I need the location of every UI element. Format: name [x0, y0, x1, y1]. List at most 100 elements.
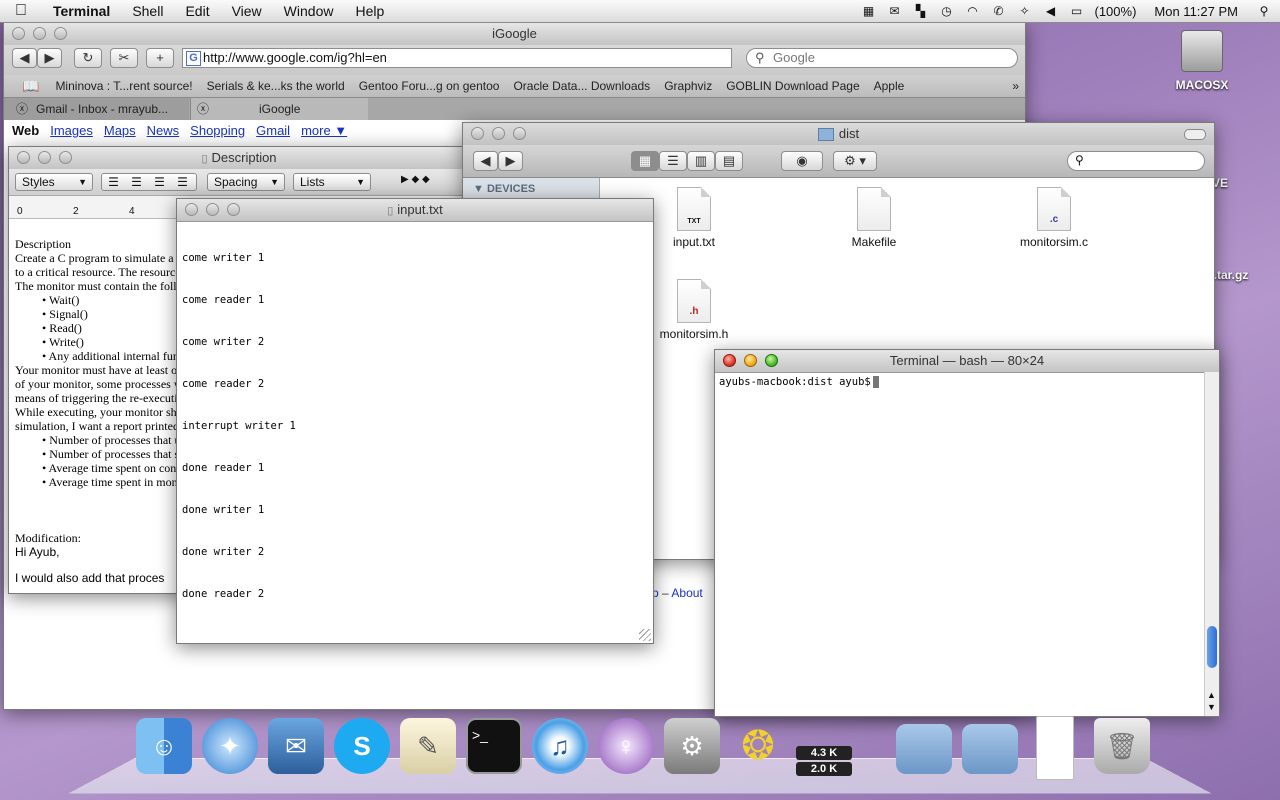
terminal-content[interactable]: ayubs-macbook:dist ayub$: [719, 376, 879, 388]
nav-web[interactable]: Web: [12, 123, 39, 138]
cyberduck-icon[interactable]: ❂: [730, 718, 786, 774]
zoom-button[interactable]: [59, 151, 72, 164]
alignment-control[interactable]: ☰ ☰ ☰ ☰: [101, 173, 197, 191]
bookmark-item[interactable]: Oracle Data... Downloads: [513, 79, 650, 93]
zoom-button[interactable]: [765, 354, 778, 367]
menu-app-name[interactable]: Terminal: [42, 3, 121, 19]
text-editor-content[interactable]: come writer 1 come reader 1 come writer …: [182, 223, 296, 629]
open-book-icon[interactable]: 📖: [22, 78, 39, 95]
nav-gmail[interactable]: Gmail: [256, 123, 290, 138]
zoom-button[interactable]: [227, 203, 240, 216]
nav-shopping[interactable]: Shopping: [190, 123, 245, 138]
sidebar-section-devices[interactable]: ▼ DEVICES: [473, 183, 535, 195]
mail-envelope-icon[interactable]: ✉: [886, 4, 902, 18]
back-button[interactable]: ◀: [12, 48, 37, 68]
bluetooth-icon[interactable]: ✧: [1016, 4, 1032, 18]
forward-button[interactable]: ▶: [498, 151, 523, 171]
quick-look-button[interactable]: ◉: [781, 151, 823, 171]
bookmark-item[interactable]: Apple: [874, 79, 905, 93]
textedit-icon[interactable]: ✎: [400, 718, 456, 774]
align-left-icon[interactable]: ☰: [102, 174, 125, 190]
toolbar-toggle-button[interactable]: [1184, 129, 1206, 140]
safari-icon[interactable]: ✦: [202, 718, 258, 774]
scrollbar[interactable]: ▲ ▼: [1204, 372, 1219, 716]
spotlight-icon[interactable]: ⚲: [1256, 4, 1272, 18]
add-bookmark-button[interactable]: +: [146, 48, 174, 68]
action-gear-button[interactable]: ⚙ ▾: [833, 151, 877, 171]
footer-about-link[interactable]: About: [671, 586, 702, 600]
bookmark-item[interactable]: Serials & ke...ks the world: [207, 79, 345, 93]
documents-folder-icon[interactable]: [962, 724, 1018, 774]
tab-close-icon[interactable]: ⓧ: [16, 102, 28, 116]
menu-view[interactable]: View: [221, 3, 273, 19]
forward-button[interactable]: ▶: [37, 48, 62, 68]
menu-help[interactable]: Help: [344, 3, 395, 19]
close-button[interactable]: [723, 354, 736, 367]
spacing-popup[interactable]: Spacing ▼: [207, 173, 285, 191]
volume-icon[interactable]: ◀: [1042, 4, 1058, 18]
safari-titlebar[interactable]: iGoogle: [4, 23, 1025, 46]
calendar-icon[interactable]: ▦: [860, 4, 876, 18]
skype-icon[interactable]: S: [334, 718, 390, 774]
minimize-button[interactable]: [744, 354, 757, 367]
justify-icon[interactable]: ☰: [148, 174, 171, 190]
close-button[interactable]: [471, 127, 484, 140]
nav-more[interactable]: more ▼: [301, 123, 347, 138]
adium-icon[interactable]: ♀: [598, 718, 654, 774]
file-monitorsim-c[interactable]: .c monitorsim.c: [999, 187, 1109, 249]
applications-folder-icon[interactable]: [896, 724, 952, 774]
bookmark-item[interactable]: GOBLIN Download Page: [726, 79, 859, 93]
menu-shell[interactable]: Shell: [121, 3, 174, 19]
battery-icon[interactable]: ▭: [1068, 4, 1084, 18]
view-icons-button[interactable]: ▦: [631, 151, 659, 171]
trash-icon[interactable]: 🗑: [1094, 718, 1150, 774]
file-makefile[interactable]: Makefile: [819, 187, 929, 249]
bookmark-item[interactable]: Mininova : T...rent source!: [55, 79, 192, 93]
finder-icon[interactable]: ☺: [136, 718, 192, 774]
search-field[interactable]: ⚲ Google: [746, 48, 1018, 68]
scroll-thumb[interactable]: [1207, 626, 1217, 668]
tab-close-icon[interactable]: ⓧ: [197, 102, 209, 116]
resize-grip-icon[interactable]: [639, 629, 651, 641]
more-bookmarks-chevron-icon[interactable]: »: [1012, 79, 1019, 93]
tab-stops-icons[interactable]: ▶ ◆ ◆: [401, 174, 430, 185]
zoom-button[interactable]: [54, 27, 67, 40]
minimize-button[interactable]: [33, 27, 46, 40]
finder-search-field[interactable]: ⚲: [1067, 151, 1205, 171]
clock[interactable]: Mon 11:27 PM: [1154, 4, 1238, 19]
spaces-icon[interactable]: ▚: [912, 4, 928, 18]
nav-maps[interactable]: Maps: [104, 123, 136, 138]
scroll-down-arrow-icon[interactable]: ▼: [1207, 702, 1216, 712]
close-button[interactable]: [17, 151, 30, 164]
snippet-button[interactable]: ✂: [110, 48, 138, 68]
close-button[interactable]: [12, 27, 25, 40]
close-button[interactable]: [185, 203, 198, 216]
zoom-button[interactable]: [513, 127, 526, 140]
styles-popup[interactable]: Styles ▼: [15, 173, 93, 191]
terminal-titlebar[interactable]: Terminal — bash — 80×24: [715, 350, 1219, 373]
scroll-up-arrow-icon[interactable]: ▲: [1207, 690, 1216, 700]
tab-gmail[interactable]: ⓧ Gmail - Inbox - mrayub...: [4, 98, 189, 120]
view-coverflow-button[interactable]: ▤: [715, 151, 743, 171]
inputtxt-titlebar[interactable]: ▯ input.txt: [177, 199, 653, 222]
view-list-button[interactable]: ☰: [659, 151, 687, 171]
textedit-titlebar[interactable]: ▯ Description: [9, 147, 469, 170]
minimize-button[interactable]: [206, 203, 219, 216]
apple-menu-icon[interactable]: : [0, 2, 42, 20]
align-center-icon[interactable]: ☰: [125, 174, 148, 190]
minimize-button[interactable]: [38, 151, 51, 164]
bookmark-item[interactable]: Gentoo Foru...g on gentoo: [359, 79, 500, 93]
finder-titlebar[interactable]: dist: [463, 123, 1214, 146]
network-monitor-icon[interactable]: 4.3 K 2.0 K: [796, 718, 852, 776]
phone-icon[interactable]: ✆: [990, 4, 1006, 18]
nav-news[interactable]: News: [147, 123, 180, 138]
bookmark-item[interactable]: Graphviz: [664, 79, 712, 93]
back-button[interactable]: ◀: [473, 151, 498, 171]
menu-edit[interactable]: Edit: [174, 3, 220, 19]
time-machine-icon[interactable]: ◷: [938, 4, 954, 18]
reload-button[interactable]: ↻: [74, 48, 102, 68]
menu-window[interactable]: Window: [273, 3, 345, 19]
view-columns-button[interactable]: ▥: [687, 151, 715, 171]
file-input-txt[interactable]: TXT input.txt: [639, 187, 749, 249]
address-field[interactable]: G http://www.google.com/ig?hl=en: [182, 48, 732, 68]
